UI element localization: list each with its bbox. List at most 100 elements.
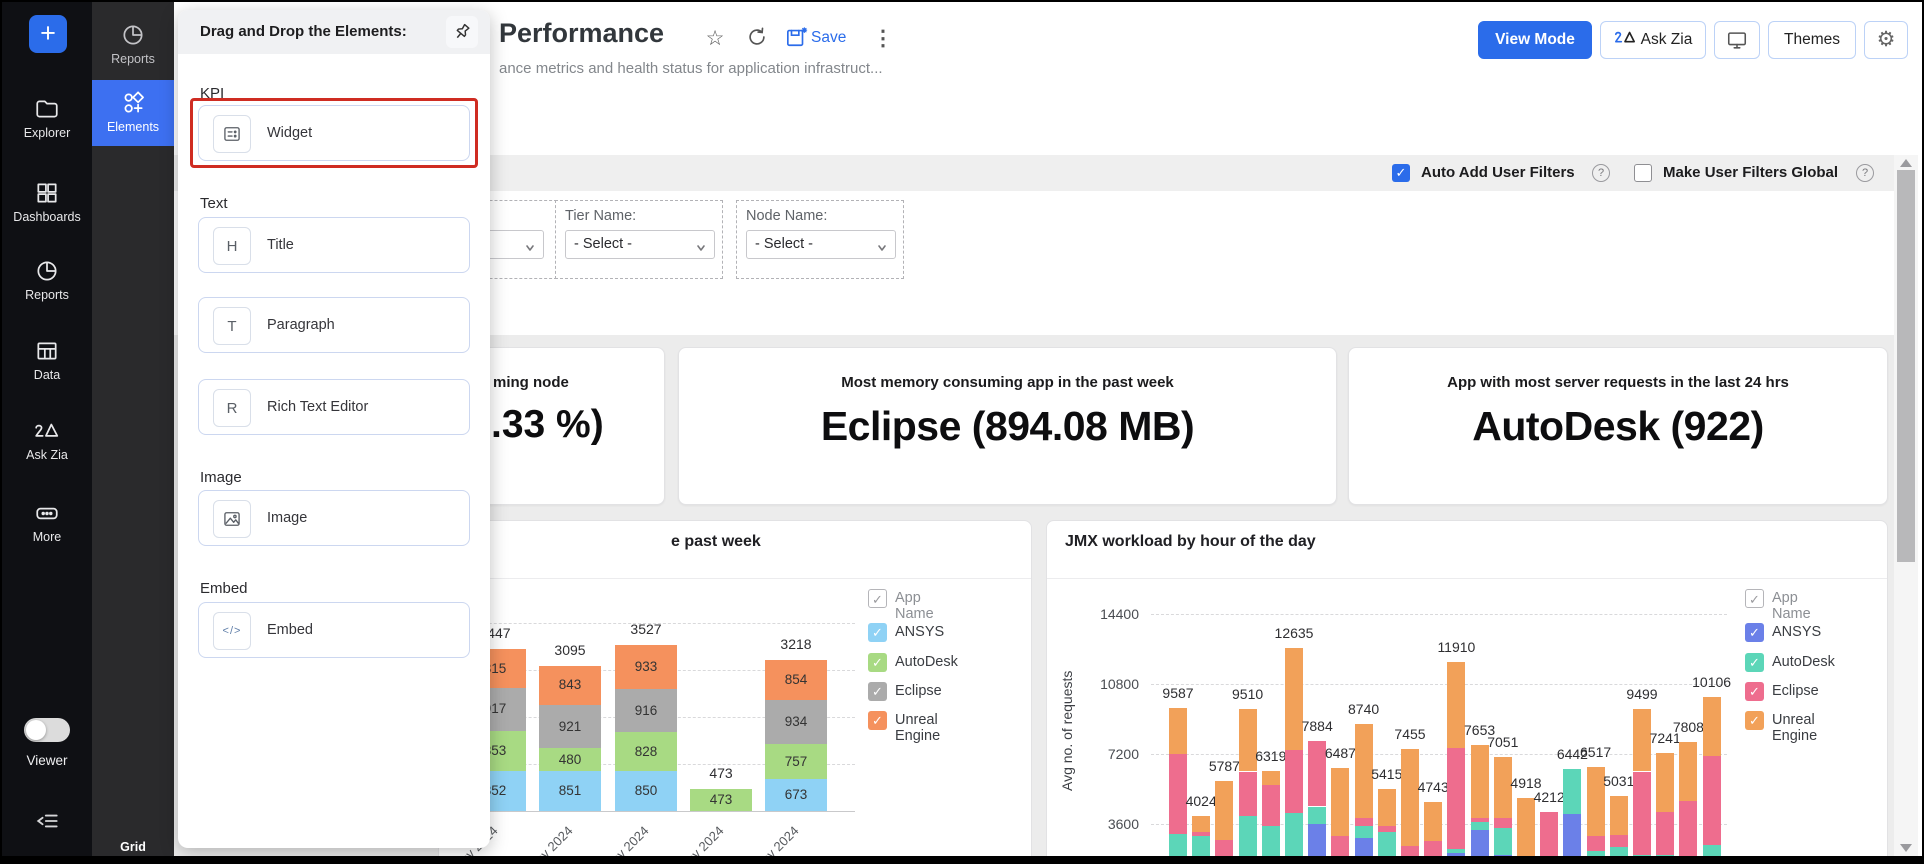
scrollbar-thumb[interactable] [1897,170,1915,562]
legend-checkbox-ansys[interactable]: ✓ [868,623,887,642]
bar-segment-eclipse[interactable] [1262,785,1280,826]
bar-segment-eclipse[interactable] [1494,818,1512,828]
save-button[interactable]: Save [785,26,855,52]
sidebar-item-explorer[interactable]: Explorer [2,96,92,140]
collapse-sidebar-icon[interactable] [35,808,61,834]
bar-segment-eclipse[interactable] [1633,772,1651,856]
bar-segment-unreal-engine[interactable] [1262,771,1280,785]
bar-segment-ansys[interactable] [1308,824,1326,856]
help-icon[interactable]: ? [1592,164,1610,182]
bar-segment-unreal-engine[interactable] [1331,768,1349,836]
bar-segment-unreal-engine[interactable] [1517,798,1535,856]
bar-segment-eclipse[interactable] [1656,812,1674,856]
bar-segment-eclipse[interactable] [1285,750,1303,813]
sidebar-item-more[interactable]: More [2,500,92,544]
bar-segment-autodesk[interactable] [1703,845,1721,856]
bar-segment-autodesk[interactable] [1239,816,1257,856]
bar-segment-eclipse[interactable] [1703,756,1721,846]
bar-segment-eclipse[interactable] [1447,748,1465,849]
refresh-icon[interactable] [744,26,770,52]
bar-segment-unreal-engine[interactable] [1703,697,1721,755]
bar-segment-eclipse[interactable] [1679,801,1697,857]
pin-icon[interactable] [446,16,478,48]
rail-item-elements[interactable]: Elements [92,80,174,146]
bar-segment-ansys[interactable] [1563,814,1581,856]
bar-segment-autodesk[interactable] [1563,769,1581,815]
presentation-button[interactable] [1714,21,1760,59]
bar-segment-unreal-engine[interactable] [1378,789,1396,826]
sidebar-item-dashboards[interactable]: Dashboards [2,180,92,224]
filter-select[interactable]: - Select - [565,230,715,259]
more-options-icon[interactable]: ⋮ [870,26,896,52]
element-item-widget[interactable]: Widget [198,105,470,161]
legend-checkbox-unreal-engine[interactable]: ✓ [1745,711,1764,730]
legend-checkbox-autodesk[interactable]: ✓ [868,653,887,672]
bar-segment-autodesk[interactable] [1656,855,1674,856]
bar-segment-eclipse[interactable] [1215,840,1233,856]
legend-header-checkbox[interactable]: ✓ [1745,589,1764,608]
filter-select[interactable]: - Select - [746,230,896,259]
bar-segment-autodesk[interactable] [1587,851,1605,856]
bar-segment-ansys[interactable] [1494,855,1512,856]
element-item-rich-text-editor[interactable]: RRich Text Editor [198,379,470,435]
sidebar-item-data[interactable]: Data [2,338,92,382]
auto-add-user-filters-checkbox[interactable]: ✓ [1392,164,1410,182]
element-item-paragraph[interactable]: TParagraph [198,297,470,353]
view-mode-button[interactable]: View Mode [1478,21,1592,59]
bar-segment-autodesk[interactable] [1262,826,1280,856]
element-item-title[interactable]: HTitle [198,217,470,273]
scroll-up-arrow[interactable] [1900,159,1912,167]
sidebar-item-reports[interactable]: Reports [2,258,92,302]
bar-segment-eclipse[interactable] [1424,841,1442,856]
bar-segment-ansys[interactable] [1447,853,1465,856]
help-icon[interactable]: ? [1856,164,1874,182]
bar-segment-eclipse[interactable] [1378,826,1396,832]
scroll-down-arrow[interactable] [1900,844,1912,852]
legend-checkbox-unreal-engine[interactable]: ✓ [868,711,887,730]
legend-checkbox-autodesk[interactable]: ✓ [1745,653,1764,672]
bar-segment-autodesk[interactable] [1192,836,1210,856]
legend-checkbox-ansys[interactable]: ✓ [1745,623,1764,642]
element-item-embed[interactable]: </>Embed [198,602,470,658]
bar-segment-unreal-engine[interactable] [1656,753,1674,811]
bar-segment-autodesk[interactable] [1169,834,1187,856]
themes-button[interactable]: Themes [1768,21,1856,59]
bar-segment-ansys[interactable] [1471,830,1489,856]
settings-gear-icon[interactable]: ⚙ [1864,21,1908,59]
bar-segment-autodesk[interactable] [1447,849,1465,853]
bar-segment-autodesk[interactable] [1610,847,1628,856]
bar-segment-unreal-engine[interactable] [1192,816,1210,832]
rail-item-reports[interactable]: Reports [92,12,174,74]
vertical-scrollbar[interactable] [1894,155,1918,856]
element-item-image[interactable]: Image [198,490,470,546]
bar-segment-autodesk[interactable] [1355,826,1373,838]
bar-segment-unreal-engine[interactable] [1285,648,1303,750]
bar-segment-eclipse[interactable] [1401,846,1419,856]
bar-segment-eclipse[interactable] [1239,772,1257,817]
bar-segment-eclipse[interactable] [1471,818,1489,822]
bar-segment-eclipse[interactable] [1540,812,1558,856]
favorite-star-icon[interactable]: ☆ [702,26,728,52]
ask-zia-button[interactable]: Ask Zia [1600,21,1706,59]
viewer-toggle[interactable] [24,718,70,742]
bar-segment-unreal-engine[interactable] [1471,745,1489,818]
bar-segment-eclipse[interactable] [1587,836,1605,852]
bar-segment-ansys[interactable] [1355,838,1373,856]
bar-segment-autodesk[interactable] [1494,828,1512,855]
legend-header-checkbox[interactable]: ✓ [868,589,887,608]
sidebar-item-ask-zia[interactable]: Ask Zia [2,418,92,462]
bar-segment-unreal-engine[interactable] [1169,708,1187,754]
bar-segment-eclipse[interactable] [1610,835,1628,847]
legend-checkbox-eclipse[interactable]: ✓ [1745,682,1764,701]
bar-segment-autodesk[interactable] [1378,832,1396,856]
bar-segment-autodesk[interactable] [1285,813,1303,856]
create-new-button[interactable]: + [29,15,67,53]
bar-segment-unreal-engine[interactable] [1424,802,1442,841]
make-user-filters-global-checkbox[interactable] [1634,164,1652,182]
bar-segment-autodesk[interactable] [1471,822,1489,830]
bar-segment-autodesk[interactable] [1308,807,1326,825]
bar-segment-eclipse[interactable] [1355,818,1373,826]
bar-segment-eclipse[interactable] [1192,832,1210,836]
bar-segment-eclipse[interactable] [1331,836,1349,856]
bar-segment-unreal-engine[interactable] [1679,742,1697,800]
